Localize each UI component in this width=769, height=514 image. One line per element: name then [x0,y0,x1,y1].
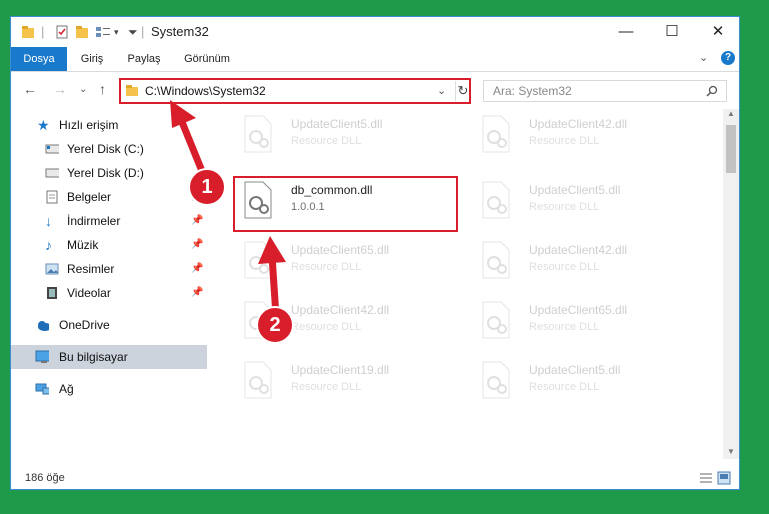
callout-badge-2: 2 [256,306,294,344]
callout-badge-1: 1 [188,168,226,206]
arrow-2-head [258,236,286,264]
annotation-arrows [170,100,286,317]
